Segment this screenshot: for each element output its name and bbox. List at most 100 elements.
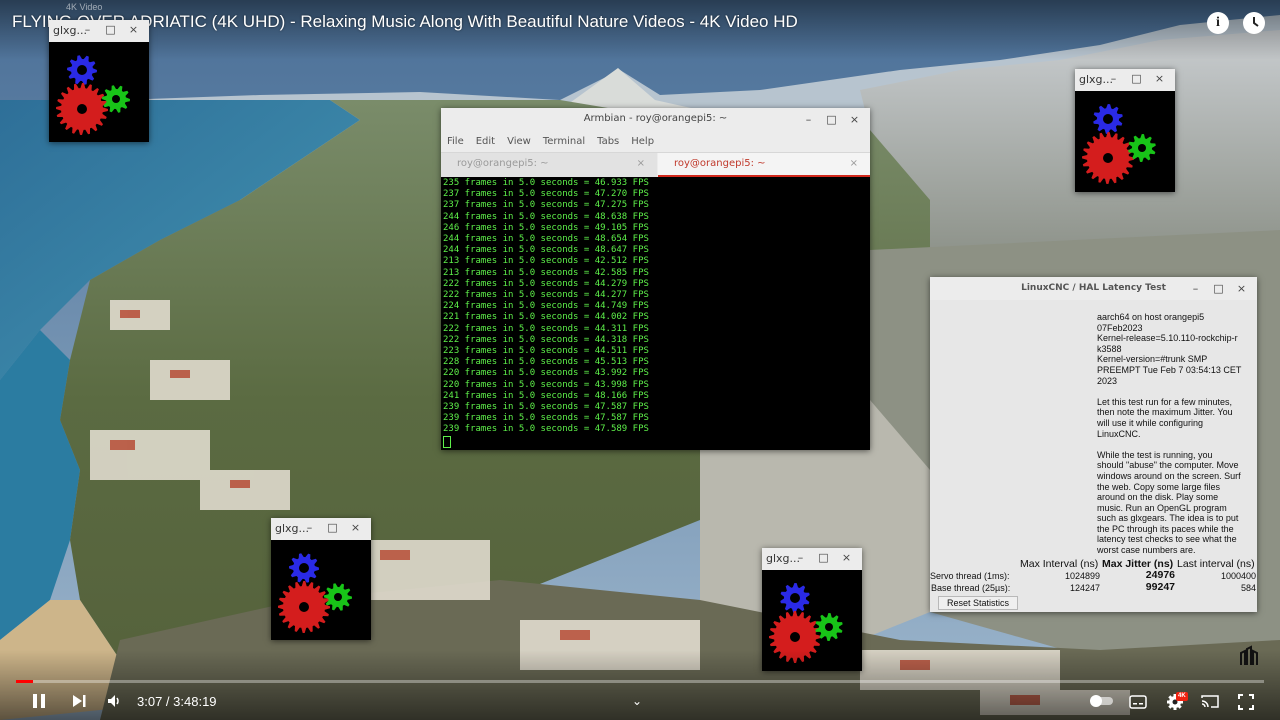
- tab-close-icon[interactable]: ×: [637, 153, 645, 175]
- instructions-line: the web. Copy some large files: [1097, 481, 1221, 492]
- fullscreen-icon[interactable]: [1238, 694, 1254, 715]
- terminal-line: 244 frames in 5.0 seconds = 48.647 FPS: [443, 245, 649, 256]
- glxgears-titlebar[interactable]: glxg... – □ ×: [271, 518, 371, 540]
- terminal-line: 235 frames in 5.0 seconds = 46.933 FPS: [443, 178, 649, 188]
- terminal-window[interactable]: Armbian - roy@orangepi5: ~ – □ × File Edit V…: [441, 108, 870, 450]
- terminal-line: 224 frames in 5.0 seconds = 44.749 FPS: [443, 301, 649, 312]
- tab-close-icon[interactable]: ×: [850, 153, 858, 175]
- minimize-button[interactable]: –: [797, 113, 820, 126]
- glxgears-titlebar[interactable]: glxg... – □ ×: [762, 548, 862, 570]
- terminal-line: 237 frames in 5.0 seconds = 47.275 FPS: [443, 200, 649, 211]
- instructions-line: will use it while configuring: [1097, 417, 1204, 428]
- terminal-line: 244 frames in 5.0 seconds = 48.638 FPS: [443, 211, 649, 222]
- system-info-line: k3588: [1097, 343, 1122, 354]
- latency-description: aarch64 on host orangepi5 07Feb2023 Kernel…: [1097, 312, 1257, 566]
- header-last-interval: Last interval (ns): [1177, 558, 1255, 570]
- latency-titlebar[interactable]: LinuxCNC / HAL Latency Test – □ ×: [930, 277, 1257, 300]
- system-info-line: PREEMPT Tue Feb 7 03:54:13 CET: [1097, 364, 1242, 375]
- system-info-line: Kernel-release=5.10.110-rockchip-r: [1097, 333, 1238, 344]
- reset-statistics-button[interactable]: Reset Statistics: [938, 596, 1019, 610]
- menu-view[interactable]: View: [507, 132, 531, 152]
- subtitles-icon[interactable]: [1129, 695, 1147, 714]
- info-icon[interactable]: i: [1207, 12, 1229, 34]
- terminal-line: 244 frames in 5.0 seconds = 48.654 FPS: [443, 234, 649, 245]
- terminal-line: 228 frames in 5.0 seconds = 45.513 FPS: [443, 357, 649, 368]
- gear-hole: [790, 593, 800, 603]
- terminal-line: 237 frames in 5.0 seconds = 47.270 FPS: [443, 189, 649, 200]
- close-button[interactable]: ×: [835, 551, 858, 564]
- terminal-titlebar[interactable]: Armbian - roy@orangepi5: ~ – □ ×: [441, 108, 870, 132]
- maximize-button[interactable]: □: [321, 521, 344, 534]
- video-channel-label: 4K Video: [66, 2, 103, 12]
- instructions-line: LinuxCNC.: [1097, 428, 1141, 439]
- close-button[interactable]: ×: [1230, 282, 1253, 295]
- watch-later-clock-icon[interactable]: [1243, 12, 1265, 34]
- system-info: aarch64 on host orangepi5 07Feb2023 Kernel…: [1097, 312, 1257, 386]
- table-row: Servo thread (1ms): 1024899 24976 100040…: [930, 569, 1257, 583]
- pause-icon[interactable]: [30, 692, 48, 715]
- glxgears-titlebar[interactable]: glxg... – □ ×: [1075, 69, 1175, 91]
- max-jitter-value: 24976: [1145, 569, 1175, 581]
- volume-icon[interactable]: [106, 693, 122, 714]
- system-info-line: Kernel-version=#trunk SMP: [1097, 354, 1208, 365]
- system-info-line: 2023: [1097, 375, 1118, 386]
- terminal-line: 246 frames in 5.0 seconds = 49.105 FPS: [443, 222, 649, 233]
- latency-test-window[interactable]: LinuxCNC / HAL Latency Test – □ × aarch64 …: [930, 277, 1257, 612]
- minimize-button[interactable]: –: [789, 551, 812, 564]
- maximize-button[interactable]: □: [1125, 72, 1148, 85]
- terminal-output[interactable]: 235 frames in 5.0 seconds = 46.933 FPS 23…: [441, 177, 870, 449]
- maximize-button[interactable]: □: [820, 113, 843, 126]
- minimize-button[interactable]: –: [76, 23, 99, 36]
- terminal-tab-active[interactable]: roy@orangepi5: ~ ×: [658, 153, 870, 177]
- max-interval-value: 1024899: [1064, 571, 1100, 581]
- terminal-line: 220 frames in 5.0 seconds = 43.992 FPS: [443, 368, 649, 379]
- close-button[interactable]: ×: [344, 521, 367, 534]
- autoplay-toggle[interactable]: [1090, 694, 1114, 713]
- gear-hole: [299, 602, 309, 612]
- tab-label: roy@orangepi5: ~: [674, 158, 766, 169]
- terminal-line: 222 frames in 5.0 seconds = 44.318 FPS: [443, 334, 649, 345]
- menu-edit[interactable]: Edit: [476, 132, 495, 152]
- menu-help[interactable]: Help: [631, 132, 654, 152]
- maximize-button[interactable]: □: [1207, 282, 1230, 295]
- time-separator: /: [162, 694, 174, 709]
- terminal-line: 222 frames in 5.0 seconds = 44.311 FPS: [443, 323, 649, 334]
- close-button[interactable]: ×: [1148, 72, 1171, 85]
- close-button[interactable]: ×: [843, 113, 866, 126]
- instructions-paragraph: While the test is running, you should "ab…: [1097, 450, 1257, 556]
- minimize-button[interactable]: –: [1102, 72, 1125, 85]
- maximize-button[interactable]: □: [99, 23, 122, 36]
- terminal-tab[interactable]: roy@orangepi5: ~ ×: [441, 153, 657, 177]
- minimize-button[interactable]: –: [1184, 282, 1207, 295]
- terminal-line: 213 frames in 5.0 seconds = 42.585 FPS: [443, 267, 649, 278]
- minimize-button[interactable]: –: [298, 521, 321, 534]
- chevron-down-icon[interactable]: ⌄: [632, 694, 642, 708]
- close-button[interactable]: ×: [122, 23, 145, 36]
- video-time: 3:07 / 3:48:19: [137, 694, 217, 709]
- gear-hole: [77, 104, 87, 114]
- glxgears-window[interactable]: glxg... – □ ×: [1075, 69, 1175, 192]
- row-label: Base thread (25µs):: [931, 583, 1011, 593]
- menu-file[interactable]: File: [447, 132, 464, 152]
- video-bottom-gradient: [0, 650, 1280, 720]
- glxgears-render: [56, 55, 130, 135]
- menu-tabs[interactable]: Tabs: [597, 132, 619, 152]
- terminal-tabbar: roy@orangepi5: ~ × roy@orangepi5: ~ ×: [441, 153, 870, 177]
- instructions-line: music. Run an OpenGL program: [1097, 502, 1227, 513]
- maximize-button[interactable]: □: [812, 551, 835, 564]
- terminal-line: 213 frames in 5.0 seconds = 42.512 FPS: [443, 256, 649, 267]
- cast-icon[interactable]: [1201, 694, 1219, 713]
- glxgears-window[interactable]: glxg... – □ ×: [271, 518, 371, 640]
- table-row: Base thread (25µs): 124247 99247 584: [930, 581, 1257, 595]
- time-total: 3:48:19: [173, 694, 217, 709]
- gear-hole: [299, 563, 309, 573]
- header-max-interval: Max Interval (ns): [1020, 558, 1099, 570]
- glxgears-titlebar[interactable]: glxg... – □ ×: [49, 20, 149, 42]
- menu-terminal[interactable]: Terminal: [543, 132, 585, 152]
- channel-watermark-icon[interactable]: [1240, 645, 1258, 672]
- next-icon[interactable]: [71, 693, 87, 714]
- video-progress-bar[interactable]: [16, 680, 1264, 683]
- glxgears-window[interactable]: glxg... – □ ×: [49, 20, 149, 142]
- last-interval-value: 1000400: [1220, 571, 1256, 581]
- terminal-line: 222 frames in 5.0 seconds = 44.277 FPS: [443, 290, 649, 301]
